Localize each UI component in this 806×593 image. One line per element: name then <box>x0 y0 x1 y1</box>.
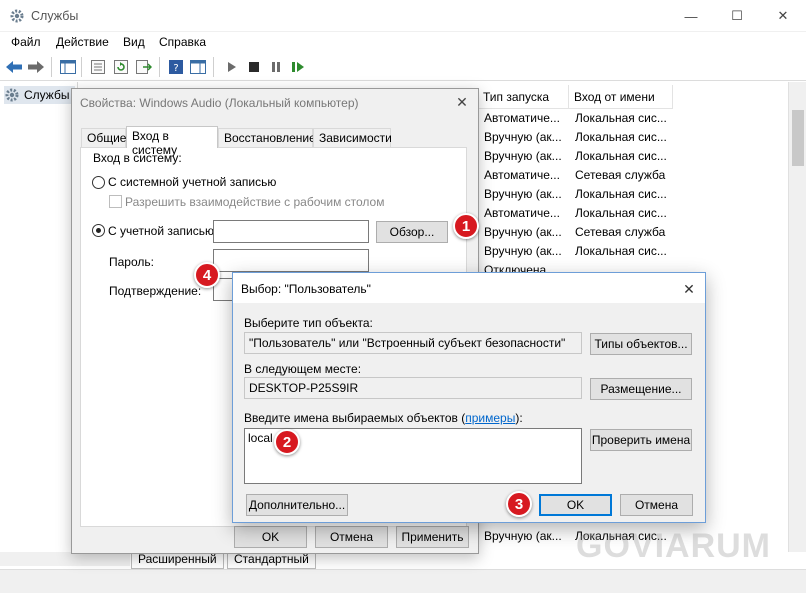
confirm-password-label: Подтверждение: <box>109 284 202 298</box>
restart-service-icon[interactable] <box>288 57 308 77</box>
system-account-label[interactable]: С системной учетной записью <box>108 175 276 189</box>
table-cell-logon[interactable]: Сетевая служба <box>575 223 675 242</box>
this-account-label[interactable]: С учетной записью: <box>108 224 217 238</box>
password-label: Пароль: <box>109 255 154 269</box>
close-icon[interactable]: ✕ <box>680 280 698 298</box>
table-cell-logon[interactable]: Локальная сис... <box>575 128 675 147</box>
table-cell-startup[interactable]: Вручную (ак... <box>484 185 566 204</box>
object-type-label: Выберите тип объекта: <box>244 316 373 330</box>
column-header-logon-as[interactable]: Вход от имени <box>569 85 673 109</box>
menu-view[interactable]: Вид <box>123 35 145 49</box>
table-cell-logon[interactable]: Локальная сис... <box>575 204 675 223</box>
tab-dependencies[interactable]: Зависимости <box>313 128 392 147</box>
minimize-button[interactable]: — <box>668 0 714 32</box>
table-cell-startup[interactable]: Автоматиче... <box>484 166 566 185</box>
select-ok-button[interactable]: OK <box>539 494 612 516</box>
services-gear-icon <box>10 9 24 23</box>
tab-general[interactable]: Общие <box>81 128 126 147</box>
toolbar-separator <box>159 57 160 77</box>
toolbar-separator <box>81 57 82 77</box>
allow-desktop-label: Разрешить взаимодействие с рабочим столо… <box>125 195 385 209</box>
tree-item-services[interactable]: Службы <box>4 86 76 104</box>
export-list-icon[interactable] <box>134 57 154 77</box>
check-names-button[interactable]: Проверить имена <box>590 429 692 451</box>
step-marker-2: 2 <box>274 429 300 455</box>
watermark: GOVIARUM <box>576 527 771 565</box>
names-label: Введите имена выбираемых объектов (приме… <box>244 411 523 425</box>
step-marker-4: 4 <box>194 262 220 288</box>
menu-file[interactable]: Файл <box>11 35 41 49</box>
close-icon[interactable]: ✕ <box>452 92 472 112</box>
table-cell-startup[interactable]: Вручную (ак... <box>484 527 566 546</box>
status-bar <box>0 569 806 593</box>
select-cancel-button[interactable]: Отмена <box>620 494 693 516</box>
locations-button[interactable]: Размещение... <box>590 378 692 400</box>
location-field: DESKTOP-P25S9IR <box>244 377 582 399</box>
table-cell-startup[interactable]: Вручную (ак... <box>484 147 566 166</box>
this-account-radio[interactable] <box>92 224 105 237</box>
scrollbar-thumb[interactable] <box>792 110 804 166</box>
apply-button[interactable]: Применить <box>396 526 469 548</box>
properties-icon[interactable] <box>88 57 108 77</box>
advanced-button[interactable]: Дополнительно... <box>246 494 348 516</box>
table-cell-startup[interactable]: Вручную (ак... <box>484 128 566 147</box>
table-cell-logon[interactable]: Локальная сис... <box>575 109 675 128</box>
help-icon[interactable]: ? <box>166 57 186 77</box>
table-cell-startup[interactable]: Автоматиче... <box>484 109 566 128</box>
cancel-button[interactable]: Отмена <box>315 526 388 548</box>
table-cell-logon[interactable]: Локальная сис... <box>575 185 675 204</box>
ok-button[interactable]: OK <box>234 526 307 548</box>
toolbar-separator <box>51 57 52 77</box>
menu-action[interactable]: Действие <box>56 35 109 49</box>
examples-link[interactable]: примеры <box>465 411 515 425</box>
step-marker-1: 1 <box>453 213 479 239</box>
password-field[interactable] <box>213 249 369 272</box>
svg-text:?: ? <box>173 63 178 74</box>
step-marker-3: 3 <box>506 491 532 517</box>
column-header-startup-type[interactable]: Тип запуска <box>478 85 569 109</box>
table-cell-startup[interactable]: Вручную (ак... <box>484 242 566 261</box>
refresh-icon[interactable] <box>111 57 131 77</box>
tab-logon[interactable]: Вход в систему <box>126 126 218 157</box>
table-cell-startup[interactable]: Вручную (ак... <box>484 223 566 242</box>
tree-item-label: Службы <box>24 88 70 102</box>
menu-bar <box>0 32 806 52</box>
console-tree <box>0 82 78 552</box>
table-cell-startup[interactable]: Автоматиче... <box>484 204 566 223</box>
properties-dialog-title: Свойства: Windows Audio (Локальный компь… <box>80 96 359 110</box>
browse-button[interactable]: Обзор... <box>376 221 448 243</box>
horizontal-scrollbar[interactable] <box>0 552 130 566</box>
stop-service-icon[interactable] <box>244 57 264 77</box>
show-hide-action-pane-icon[interactable] <box>188 57 208 77</box>
services-gear-icon <box>5 88 19 102</box>
select-user-title: Выбор: "Пользователь" <box>241 282 371 296</box>
start-service-icon[interactable] <box>222 57 242 77</box>
object-types-button[interactable]: Типы объектов... <box>590 333 692 355</box>
close-window-button[interactable]: ✕ <box>760 0 806 32</box>
table-cell-logon[interactable]: Сетевая служба <box>575 166 675 185</box>
tab-recovery[interactable]: Восстановление <box>218 128 316 147</box>
console-tree-icon[interactable] <box>58 57 78 77</box>
object-type-field: "Пользователь" или "Встроенный субъект б… <box>244 332 582 354</box>
toolbar-separator <box>213 57 214 77</box>
system-account-radio[interactable] <box>92 176 105 189</box>
table-cell-logon[interactable]: Локальная сис... <box>575 147 675 166</box>
forward-arrow-icon[interactable] <box>26 57 46 77</box>
back-arrow-icon[interactable] <box>4 57 24 77</box>
maximize-button[interactable]: ☐ <box>714 0 760 32</box>
account-field[interactable] <box>213 220 369 243</box>
table-cell-logon[interactable]: Локальная сис... <box>575 242 675 261</box>
vertical-scrollbar[interactable] <box>788 82 806 552</box>
location-label: В следующем месте: <box>244 362 362 376</box>
window-title: Службы <box>31 9 79 23</box>
allow-desktop-checkbox[interactable] <box>109 195 122 208</box>
menu-help[interactable]: Справка <box>159 35 206 49</box>
pause-service-icon[interactable] <box>266 57 286 77</box>
